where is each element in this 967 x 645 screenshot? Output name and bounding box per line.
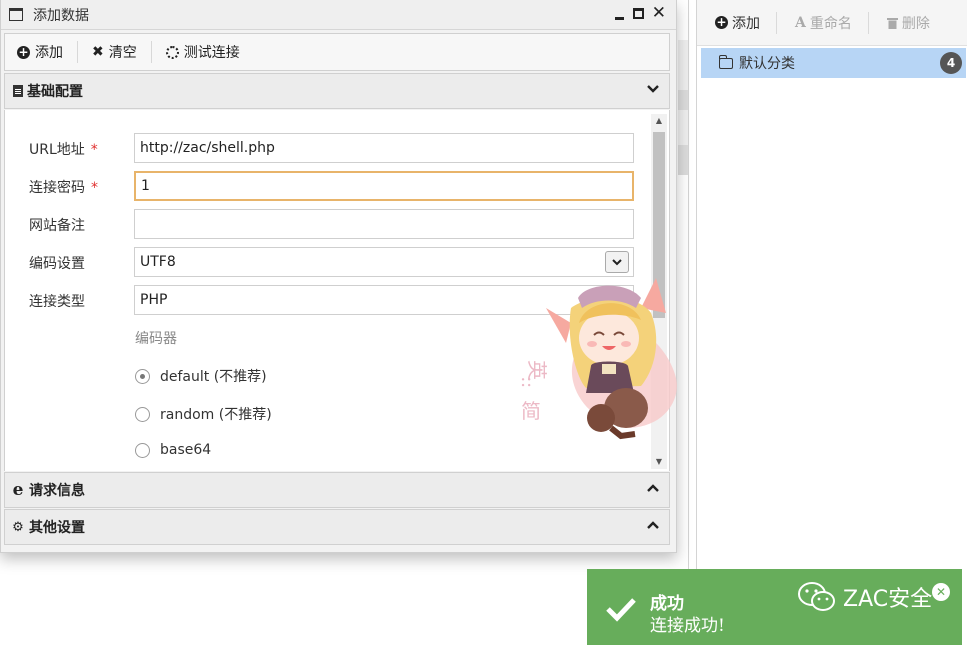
window-icon (9, 8, 23, 21)
file-icon (13, 85, 23, 97)
add-category-button[interactable]: + 添加 (715, 11, 777, 34)
radio-button[interactable] (135, 442, 150, 458)
section-title-other: 其他设置 (29, 520, 85, 536)
gutter-divider (688, 0, 689, 645)
form-row-url: URL地址 * (5, 133, 645, 163)
url-label: URL地址 * (29, 142, 98, 158)
ie-icon: e (12, 480, 24, 500)
form-row-password: 连接密码 * (5, 171, 645, 201)
form-row-note: 网站备注 (5, 209, 645, 239)
check-icon (606, 598, 636, 622)
category-item-default[interactable]: 默认分类 4 (701, 48, 966, 78)
add-button[interactable]: + 添加 (17, 41, 78, 63)
category-name: 默认分类 (739, 56, 795, 72)
rename-category-label: 重命名 (809, 15, 852, 32)
clear-button[interactable]: ✖ 清空 (92, 41, 152, 63)
delete-category-button[interactable]: 删除 (886, 12, 946, 34)
note-label: 网站备注 (29, 218, 85, 234)
scroll-down-icon[interactable]: ▼ (651, 455, 667, 469)
required-mark: * (91, 180, 98, 196)
mascot-image: 英 :: 简 (520, 278, 677, 440)
section-header-basic[interactable]: 基础配置 (4, 73, 670, 109)
watermark-text: ZAC安全 (843, 587, 933, 612)
add-category-label: 添加 (732, 15, 760, 32)
success-toast: 成功 连接成功! ZAC安全 ✕ (587, 569, 962, 645)
watermark: ZAC安全 (797, 581, 932, 613)
folder-icon (719, 54, 733, 69)
chevron-up-icon[interactable] (647, 518, 659, 534)
encoder-option-label: random (不推荐) (160, 407, 272, 423)
wechat-icon (798, 582, 835, 611)
chevron-down-icon[interactable] (647, 82, 659, 98)
window-controls: ✕ (614, 4, 666, 24)
dialog-titlebar[interactable]: 添加数据 ✕ (1, 0, 676, 30)
test-connection-button[interactable]: 测试连接 (165, 41, 254, 63)
minimize-button[interactable] (614, 4, 625, 24)
cogs-icon: ⚙ (12, 519, 24, 535)
type-label: 连接类型 (29, 294, 85, 310)
encoder-option-default[interactable]: default (不推荐) (135, 366, 267, 386)
section-header-other[interactable]: ⚙ 其他设置 (4, 509, 670, 545)
encoding-label: 编码设置 (29, 256, 85, 272)
encoder-title: 编码器 (135, 331, 177, 347)
encoding-value: UTF8 (140, 254, 176, 270)
password-input[interactable] (134, 171, 634, 201)
section-title-request: 请求信息 (29, 483, 85, 499)
url-input[interactable] (134, 133, 634, 163)
clear-label: 清空 (108, 45, 137, 61)
scroll-up-icon[interactable]: ▲ (651, 114, 667, 128)
add-label: 添加 (35, 45, 63, 61)
close-button[interactable]: ✕ (652, 4, 666, 24)
close-icon: ✖ (92, 44, 104, 60)
dialog-title: 添加数据 (33, 7, 89, 24)
section-header-request[interactable]: e 请求信息 (4, 472, 670, 508)
type-value: PHP (140, 292, 168, 308)
gutter-block (678, 90, 688, 110)
required-mark: * (90, 142, 98, 158)
section-title-basic: 基础配置 (27, 84, 83, 100)
chevron-up-icon[interactable] (647, 481, 659, 497)
category-panel: + 添加 A 重命名 删除 默认分类 4 (697, 0, 967, 645)
spinner-icon (165, 45, 179, 59)
toast-message: 连接成功! (650, 616, 725, 636)
delete-category-label: 删除 (901, 15, 930, 32)
rename-category-button[interactable]: A 重命名 (795, 11, 869, 34)
font-icon: A (795, 14, 806, 31)
svg-text:::: :: (520, 370, 532, 391)
category-count-badge: 4 (940, 52, 962, 74)
maximize-button[interactable] (632, 8, 644, 19)
plus-circle-icon: + (715, 15, 728, 29)
radio-button[interactable] (135, 406, 150, 422)
test-connection-label: 测试连接 (183, 45, 240, 61)
category-toolbar: + 添加 A 重命名 删除 (697, 0, 967, 46)
gutter-block (678, 145, 688, 175)
encoder-option-label: base64 (160, 442, 212, 458)
note-input[interactable] (134, 209, 634, 239)
trash-icon (886, 17, 898, 29)
toast-close-button[interactable]: ✕ (932, 583, 950, 601)
encoder-option-random[interactable]: random (不推荐) (135, 404, 272, 424)
plus-circle-icon: + (17, 44, 30, 59)
dialog-toolbar: + 添加 ✖ 清空 测试连接 (4, 33, 670, 71)
password-label: 连接密码 * (29, 180, 98, 196)
radio-button[interactable] (135, 368, 150, 384)
svg-text:简: 简 (521, 399, 541, 423)
encoder-option-label: default (不推荐) (160, 369, 267, 385)
encoder-option-base64[interactable]: base64 (135, 442, 211, 458)
